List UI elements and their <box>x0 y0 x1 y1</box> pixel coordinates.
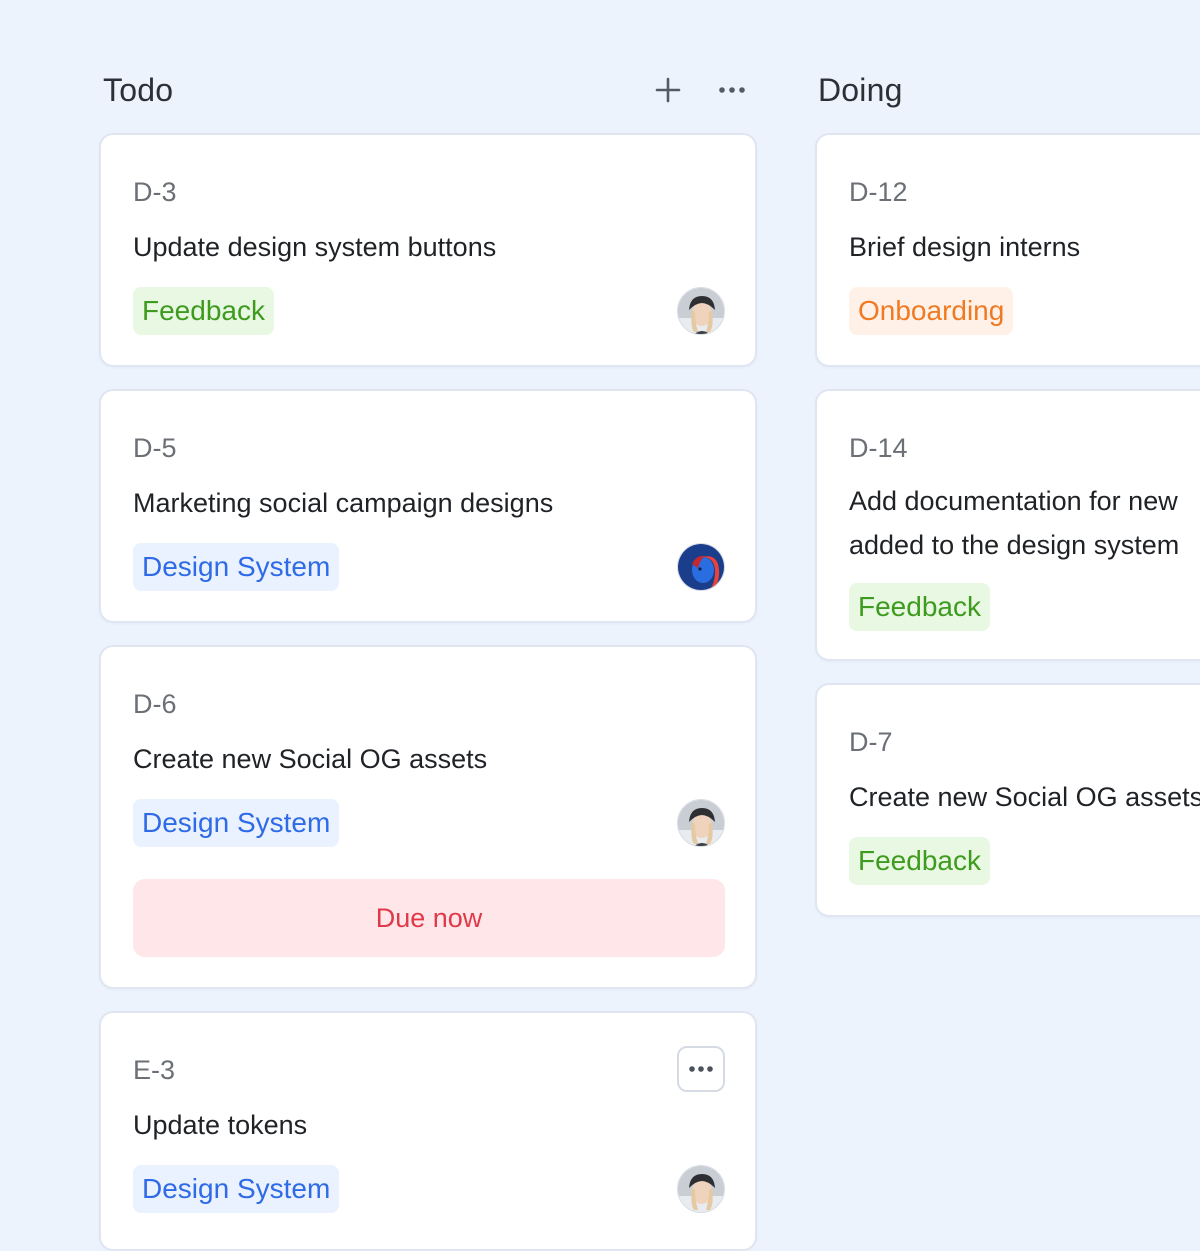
tag-badge[interactable]: Feedback <box>849 583 990 631</box>
card-title-line-1: Add documentation for new <box>849 486 1178 516</box>
assignee-avatar[interactable] <box>677 543 725 591</box>
tag-badge[interactable]: Design System <box>133 1165 340 1213</box>
avatar-image <box>678 288 724 334</box>
due-now-badge[interactable]: Due now <box>133 879 725 957</box>
column-title-doing: Doing <box>818 72 903 108</box>
column-title-todo: Todo <box>103 72 174 108</box>
assignee-avatar[interactable] <box>677 799 725 847</box>
card-id: D-6 <box>133 689 177 719</box>
card-more-button[interactable] <box>677 1046 725 1092</box>
card-id: E-3 <box>133 1055 176 1085</box>
task-card[interactable]: D-3 Update design system buttons Feedbac… <box>99 133 757 367</box>
avatar-image <box>678 544 724 590</box>
tag-badge[interactable]: Feedback <box>133 287 274 335</box>
task-card[interactable]: D-6 Create new Social OG assets Design S… <box>99 645 757 989</box>
card-id: D-3 <box>133 177 177 207</box>
avatar-image <box>678 800 724 846</box>
card-title-line-2: added to the design system <box>849 530 1180 560</box>
card-title: Create new Social OG assets <box>133 744 488 774</box>
kanban-board: Todo Doing D-3 Update design system butt… <box>0 0 1200 1251</box>
tag-badge[interactable]: Design System <box>133 799 340 847</box>
card-title: Update tokens <box>133 1110 308 1140</box>
column-more-button[interactable] <box>712 70 752 110</box>
card-title: Brief design interns <box>849 232 1081 262</box>
assignee-avatar[interactable] <box>677 1165 725 1213</box>
add-card-button[interactable] <box>648 70 688 110</box>
card-id: D-14 <box>849 433 908 463</box>
card-title: Create new Social OG assets <box>849 782 1200 812</box>
tag-badge[interactable]: Onboarding <box>849 287 1014 335</box>
task-card[interactable]: D-7 Create new Social OG assets Feedback <box>815 683 1200 917</box>
task-card[interactable]: D-14 Add documentation for new added to … <box>815 389 1200 661</box>
card-title: Marketing social campaign designs <box>133 488 554 518</box>
card-id: D-12 <box>849 177 908 207</box>
card-title: Update design system buttons <box>133 232 497 262</box>
assignee-avatar[interactable] <box>677 287 725 335</box>
task-card[interactable]: D-5 Marketing social campaign designs De… <box>99 389 757 623</box>
more-horizontal-icon <box>719 87 745 93</box>
task-card[interactable]: E-3 Update tokens Design System <box>99 1011 757 1251</box>
task-card[interactable]: D-12 Brief design interns Onboarding <box>815 133 1200 367</box>
plus-icon <box>655 77 681 103</box>
card-id: D-7 <box>849 727 893 757</box>
card-id: D-5 <box>133 433 177 463</box>
tag-badge[interactable]: Feedback <box>849 837 990 885</box>
more-horizontal-icon <box>689 1066 713 1072</box>
tag-badge[interactable]: Design System <box>133 543 340 591</box>
avatar-image <box>678 1166 724 1212</box>
